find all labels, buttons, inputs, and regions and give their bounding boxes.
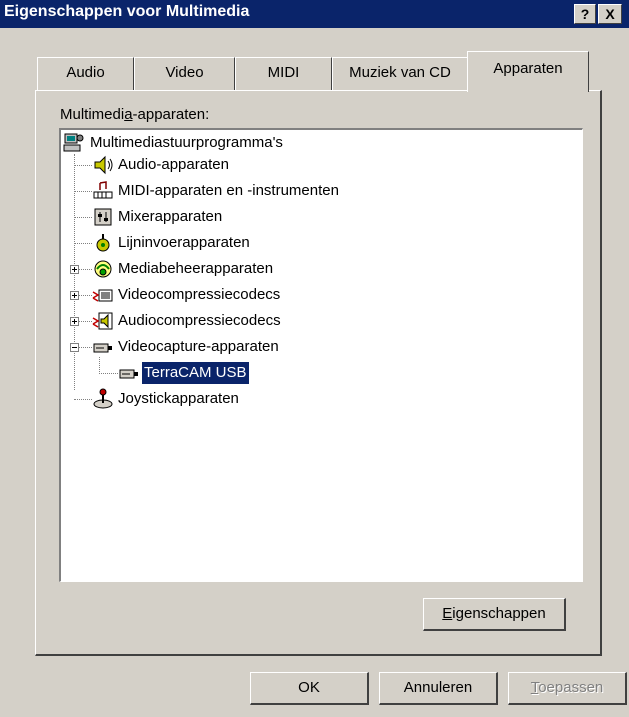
- apply-button[interactable]: Toepassen: [508, 672, 627, 705]
- tree-item-mixerapparaten[interactable]: Mixerapparaten: [116, 206, 224, 228]
- tree-connector-line: [79, 321, 92, 322]
- tree-connector-line: [79, 269, 92, 270]
- close-button[interactable]: X: [598, 4, 622, 24]
- computer-icon: [63, 133, 84, 152]
- tree-item-joystickapparaten[interactable]: Joystickapparaten: [116, 388, 241, 410]
- audio-codec-icon: [92, 312, 113, 330]
- camera-icon: [119, 369, 138, 379]
- help-button[interactable]: ?: [574, 4, 596, 24]
- tree-connector-line: [99, 357, 100, 374]
- tab-apparaten[interactable]: Apparaten: [467, 51, 589, 92]
- tree-connector-line: [74, 217, 92, 218]
- title-bar[interactable]: Eigenschappen voor Multimedia ? X: [0, 0, 629, 28]
- tree-item-videocompressiecodecs[interactable]: Videocompressiecodecs: [116, 284, 282, 306]
- tree-item-videocapture-apparaten[interactable]: Videocapture-apparaten: [116, 336, 281, 358]
- tab-muziek-van-cd[interactable]: Muziek van CD: [332, 57, 468, 90]
- ok-button[interactable]: OK: [250, 672, 369, 705]
- cancel-button[interactable]: Annuleren: [379, 672, 498, 705]
- devices-label: Multimedia-apparaten:: [60, 106, 210, 123]
- tree-connector-line: [74, 243, 92, 244]
- expand-videocompressie-button[interactable]: [70, 291, 79, 300]
- tree-item-lijninvoerapparaten[interactable]: Lijninvoerapparaten: [116, 232, 252, 254]
- expand-audiocompressie-button[interactable]: [70, 317, 79, 326]
- tree-connector-line: [74, 399, 92, 400]
- line-in-icon: [96, 234, 110, 252]
- video-codec-icon: [92, 289, 113, 302]
- tree-connector-line: [74, 165, 92, 166]
- tree-item-mediabeheerapparaten[interactable]: Mediabeheerapparaten: [116, 258, 275, 280]
- tree-connector-line: [99, 373, 118, 374]
- tree-item-audio-apparaten[interactable]: Audio-apparaten: [116, 154, 231, 176]
- collapse-videocapture-button[interactable]: [70, 343, 79, 352]
- tree-item-midi-apparaten[interactable]: MIDI-apparaten en -instrumenten: [116, 180, 341, 202]
- tab-midi[interactable]: MIDI: [235, 57, 332, 90]
- tree-item-audiocompressiecodecs[interactable]: Audiocompressiecodecs: [116, 310, 283, 332]
- tree-item-multimediastuurprogrammas[interactable]: Multimediastuurprogramma's: [88, 132, 285, 154]
- mixer-icon: [94, 208, 112, 226]
- tree-item-terracam-usb[interactable]: TerraCAM USB: [141, 361, 250, 385]
- tab-audio[interactable]: Audio: [37, 57, 134, 90]
- expand-mediabeheer-button[interactable]: [70, 265, 79, 274]
- speaker-icon: [94, 155, 113, 175]
- window-title: Eigenschappen voor Multimedia: [4, 3, 250, 20]
- tree-connector-line: [74, 191, 92, 192]
- media-control-icon: [94, 260, 112, 278]
- device-tree[interactable]: Multimediastuurprogramma's Audio-apparat…: [59, 128, 583, 582]
- tab-video[interactable]: Video: [134, 57, 235, 90]
- tree-connector-line: [79, 347, 92, 348]
- tree-connector-line: [79, 295, 92, 296]
- midi-icon: [93, 181, 113, 199]
- properties-button[interactable]: Eigenschappen: [423, 598, 566, 631]
- joystick-icon: [93, 388, 113, 409]
- video-capture-icon: [93, 343, 112, 353]
